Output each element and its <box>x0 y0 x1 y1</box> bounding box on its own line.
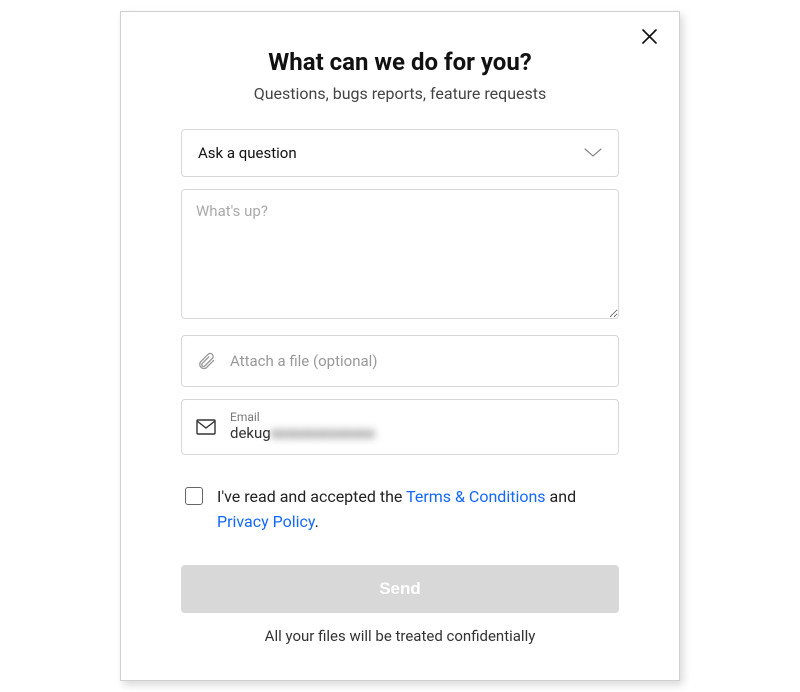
attach-file-button[interactable]: Attach a file (optional) <box>181 335 619 387</box>
consent-checkbox[interactable] <box>185 487 203 505</box>
attach-label: Attach a file (optional) <box>230 352 378 370</box>
modal-title: What can we do for you? <box>181 48 619 76</box>
email-input[interactable]: dekugxxxxxxxxxxxxxx <box>230 424 604 444</box>
privacy-link[interactable]: Privacy Policy <box>217 512 315 531</box>
message-textarea[interactable] <box>181 189 619 319</box>
close-button[interactable] <box>639 28 659 48</box>
consent-row: I've read and accepted the Terms & Condi… <box>181 485 619 535</box>
topic-select-value: Ask a question <box>198 144 297 162</box>
email-field-wrap[interactable]: Email dekugxxxxxxxxxxxxxx <box>181 399 619 455</box>
footer-note: All your files will be treated confident… <box>181 627 619 645</box>
consent-text: I've read and accepted the Terms & Condi… <box>217 485 615 535</box>
paperclip-icon <box>196 351 216 371</box>
email-label: Email <box>230 410 604 424</box>
close-icon <box>642 29 657 47</box>
envelope-icon <box>196 419 216 435</box>
modal-subtitle: Questions, bugs reports, feature request… <box>181 84 619 103</box>
chevron-down-icon <box>584 148 602 158</box>
terms-link[interactable]: Terms & Conditions <box>406 487 546 506</box>
topic-select[interactable]: Ask a question <box>181 129 619 177</box>
contact-modal: What can we do for you? Questions, bugs … <box>120 11 680 681</box>
send-button[interactable]: Send <box>181 565 619 613</box>
modal-header: What can we do for you? Questions, bugs … <box>181 48 619 103</box>
